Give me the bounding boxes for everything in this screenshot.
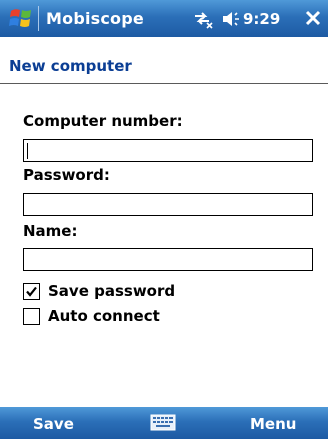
- save-password-checkbox[interactable]: [23, 283, 40, 300]
- save-password-label[interactable]: Save password: [48, 282, 175, 300]
- keyboard-icon[interactable]: [150, 413, 176, 433]
- app-title: Mobiscope: [46, 9, 144, 28]
- volume-icon[interactable]: [221, 10, 241, 28]
- auto-connect-label[interactable]: Auto connect: [48, 307, 160, 325]
- title-separator: [38, 6, 39, 31]
- title-bar: Mobiscope 9:29: [0, 0, 328, 37]
- page-header: New computer: [0, 37, 328, 83]
- computer-number-label: Computer number:: [23, 112, 183, 130]
- password-label: Password:: [23, 166, 110, 184]
- close-icon[interactable]: [304, 9, 322, 27]
- name-label: Name:: [23, 222, 78, 240]
- auto-connect-checkbox[interactable]: [23, 308, 40, 325]
- save-softkey[interactable]: Save: [33, 415, 74, 433]
- menu-softkey[interactable]: Menu: [250, 415, 296, 433]
- page-title: New computer: [9, 57, 132, 75]
- computer-number-input[interactable]: [23, 139, 313, 162]
- checkmark-icon: [26, 286, 37, 297]
- header-divider: [0, 83, 328, 84]
- clock[interactable]: 9:29: [243, 10, 280, 28]
- softkey-bar: Save Menu: [0, 407, 328, 439]
- password-input[interactable]: [23, 193, 313, 216]
- windows-start-icon[interactable]: [8, 6, 36, 32]
- name-input[interactable]: [23, 248, 313, 271]
- connectivity-icon[interactable]: [192, 9, 214, 29]
- text-caret: [27, 143, 28, 159]
